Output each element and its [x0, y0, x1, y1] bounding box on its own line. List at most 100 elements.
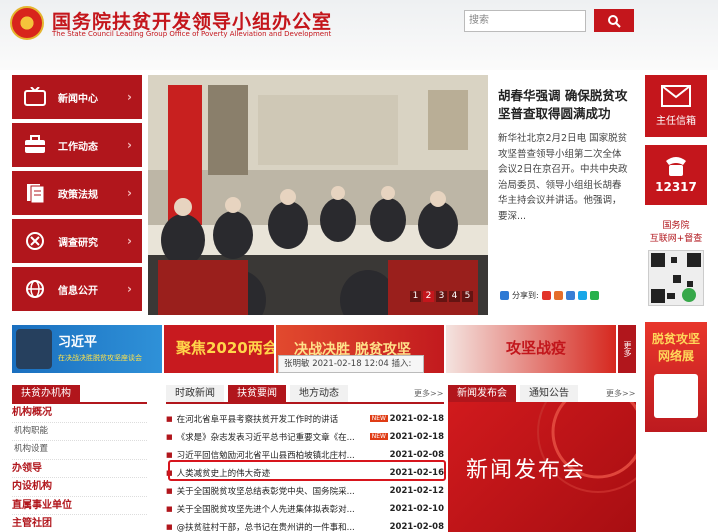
tab-press-tabs-0[interactable]: 新闻发布会: [448, 385, 516, 403]
headline-photo[interactable]: [148, 75, 488, 315]
news-divider: [166, 402, 444, 404]
bullet-icon: ■: [166, 522, 173, 531]
comment-tooltip: 张明敏 2021-02-18 12:04 插入:: [278, 355, 424, 373]
banner-fight-epidemic[interactable]: 攻坚战疫: [446, 325, 616, 373]
headline-summary: 新华社北京2月2日电 国家脱贫攻坚普查领导小组第二次全体会议2日在京召开。中共中…: [498, 133, 628, 222]
director-mailbox-button[interactable]: 主任信箱: [645, 75, 707, 137]
news-row[interactable]: ■ 关于全国脱贫攻坚先进个人先进集体拟表彰对... 2021-02-10: [166, 500, 444, 517]
left-tabbar: 扶贫办机构: [12, 385, 84, 403]
slider-dot[interactable]: 2: [423, 291, 434, 302]
news-title[interactable]: 《求是》杂志发表习近平总书记重要文章《在...: [177, 431, 368, 443]
nav-item-label: 调查研究: [58, 237, 98, 249]
news-row[interactable]: ■ 关于全国脱贫攻坚总结表彰党中央、国务院采... 2021-02-12: [166, 482, 444, 499]
institution-item[interactable]: 内设机构: [12, 478, 147, 497]
headline-title[interactable]: 胡春华强调 确保脱贫攻坚普查取得圆满成功: [498, 87, 628, 123]
slider-dot[interactable]: 5: [462, 291, 473, 302]
share-label: 分享到:: [512, 291, 539, 300]
institution-item[interactable]: 直属事业单位: [12, 497, 147, 515]
news-row[interactable]: ■ 《求是》杂志发表习近平总书记重要文章《在... NEW 2021-02-18: [166, 428, 444, 445]
news-title[interactable]: 关于全国脱贫攻坚总结表彰党中央、国务院采...: [177, 485, 388, 497]
institution-item[interactable]: 机构设置: [12, 441, 147, 460]
highlighted-row-box: [168, 460, 446, 481]
search-button[interactable]: [594, 9, 634, 32]
slider-dot[interactable]: 4: [449, 291, 460, 302]
inspection-app-label[interactable]: 国务院 互联网+督查: [645, 218, 707, 244]
banner-xi-jinping[interactable]: 习近平 在决战决胜脱贫攻坚座谈会: [12, 325, 162, 373]
poverty-exhibition-poster[interactable]: 脱贫攻坚 网络展: [645, 322, 707, 432]
news-date: 2021-02-08: [389, 449, 444, 460]
nav-item-1[interactable]: 工作动态 ›: [12, 123, 142, 167]
phone-icon: [666, 157, 686, 176]
slider-dot[interactable]: 1: [410, 291, 421, 302]
tencent-weibo-icon[interactable]: [553, 291, 563, 300]
national-emblem-logo[interactable]: [10, 6, 44, 40]
banner-2-title: 聚焦2020两会: [176, 339, 274, 357]
news-tabbar: 时政新闻 扶贫要闻 地方动态: [166, 385, 352, 403]
slider-dot[interactable]: 3: [436, 291, 447, 302]
hotline-number: 12317: [655, 180, 697, 194]
institution-list: 机构概况 机构职能 机构设置 办领导 内设机构 直属事业单位 主管社团: [12, 404, 147, 532]
bullet-icon: ■: [166, 414, 173, 423]
search-icon: [608, 14, 621, 28]
press-more-link[interactable]: 更多>>: [606, 388, 635, 399]
banner-two-sessions[interactable]: 聚焦2020两会: [164, 325, 274, 373]
nav-item-4[interactable]: 信息公开 ›: [12, 267, 142, 311]
mailbox-label: 主任信箱: [656, 116, 696, 127]
wechat-icon[interactable]: [589, 291, 599, 300]
news-row[interactable]: ■ @扶贫驻村干部，总书记在贵州讲的一件事和... 2021-02-08: [166, 518, 444, 532]
news-more-link[interactable]: 更多>>: [414, 388, 443, 399]
bullet-icon: ■: [166, 486, 173, 495]
institution-item[interactable]: 机构概况: [12, 404, 147, 423]
tab-mid-tabs-0[interactable]: 时政新闻: [166, 385, 224, 403]
qzone-icon[interactable]: [565, 291, 575, 300]
institution-item[interactable]: 办领导: [12, 460, 147, 478]
mail-icon: [661, 85, 691, 107]
institution-item[interactable]: 主管社团: [12, 515, 147, 532]
nav-item-3[interactable]: 调查研究 ›: [12, 219, 142, 263]
bullet-icon: ■: [166, 432, 173, 441]
nav-item-0[interactable]: 新闻中心 ›: [12, 75, 142, 119]
share-bar: 分享到:: [500, 290, 599, 301]
nav-item-label: 信息公开: [58, 285, 98, 297]
qr-code: [648, 250, 704, 306]
site-subtitle: The State Council Leading Group Office o…: [52, 30, 332, 38]
globe-icon: [24, 279, 46, 299]
news-date: 2021-02-08: [389, 521, 444, 532]
nav-item-2[interactable]: 政策法规 ›: [12, 171, 142, 215]
share-plus-icon[interactable]: [500, 291, 509, 300]
headline-panel: 胡春华强调 确保脱贫攻坚普查取得圆满成功 新华社北京2月2日电 国家脱贫攻坚普查…: [490, 75, 636, 315]
news-title[interactable]: 在河北省阜平县考察扶贫开发工作时的讲话: [177, 413, 368, 425]
bullet-icon: ■: [166, 504, 173, 513]
banner-1-title: 习近平: [58, 335, 98, 350]
banner-more-button[interactable]: 更多: [618, 325, 636, 373]
poster-title-1: 脱贫攻坚: [651, 332, 700, 346]
research-icon: [24, 231, 46, 251]
tv-icon: [24, 87, 46, 107]
banner-4-title: 攻坚战疫: [506, 339, 567, 357]
banner-1-subtitle: 在决战决胜脱贫攻坚座谈会: [58, 354, 142, 362]
news-date: 2021-02-18: [389, 431, 444, 442]
document-icon: [24, 183, 46, 203]
search-input[interactable]: 搜索: [464, 10, 586, 32]
press-conference-banner[interactable]: 新闻发布会: [448, 402, 636, 532]
news-title[interactable]: 习近平回信勉励河北省平山县西柏坡镇北庄村...: [177, 449, 388, 461]
slider-pagination[interactable]: 12345: [410, 291, 473, 302]
chevron-right-icon: ›: [127, 138, 132, 152]
news-title[interactable]: 关于全国脱贫攻坚先进个人先进集体拟表彰对...: [177, 503, 388, 515]
new-badge: NEW: [369, 433, 388, 440]
qq-icon[interactable]: [577, 291, 587, 300]
tab-office-institutions[interactable]: 扶贫办机构: [12, 385, 80, 403]
news-row[interactable]: ■ 在河北省阜平县考察扶贫开发工作时的讲话 NEW 2021-02-18: [166, 410, 444, 427]
nav-item-label: 政策法规: [58, 189, 98, 201]
portrait-image: [16, 329, 52, 369]
hotline-button[interactable]: 12317: [645, 145, 707, 205]
tab-press-tabs-1[interactable]: 通知公告: [520, 385, 578, 403]
poster-qr-code: [654, 374, 698, 418]
tab-mid-tabs-1[interactable]: 扶贫要闻: [228, 385, 286, 403]
institution-item[interactable]: 机构职能: [12, 423, 147, 441]
tab-mid-tabs-2[interactable]: 地方动态: [290, 385, 348, 403]
weibo-icon[interactable]: [541, 291, 551, 300]
news-title[interactable]: @扶贫驻村干部，总书记在贵州讲的一件事和...: [177, 521, 388, 532]
nav-item-label: 工作动态: [58, 141, 98, 153]
press-tabbar: 新闻发布会 通知公告: [448, 385, 582, 403]
